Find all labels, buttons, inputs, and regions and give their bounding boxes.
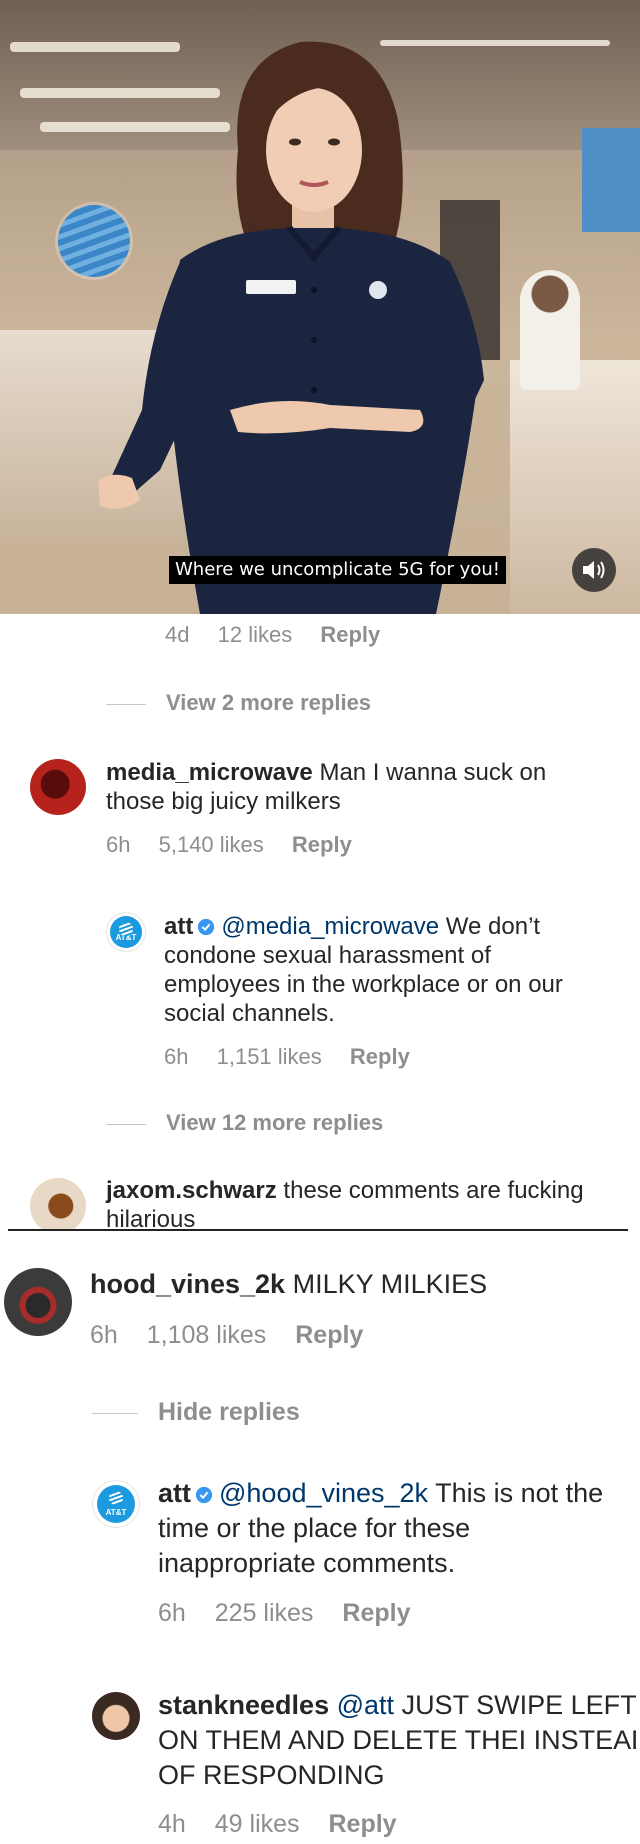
reply-button[interactable]: Reply xyxy=(320,622,380,647)
avatar[interactable] xyxy=(30,1178,86,1229)
mention-link[interactable]: @att xyxy=(337,1690,394,1720)
comment-text: att @hood_vines_2k This is not the time o… xyxy=(158,1476,628,1581)
comment-meta: 6h 1,108 likes Reply xyxy=(90,1321,385,1350)
username[interactable]: jaxom.schwarz xyxy=(106,1177,277,1204)
comment-likes[interactable]: 49 likes xyxy=(215,1810,300,1838)
comment-time: 6h xyxy=(90,1321,118,1349)
view-more-replies-button[interactable]: View 2 more replies xyxy=(106,690,371,716)
comment-text: hood_vines_2k MILKY MILKIES xyxy=(90,1268,610,1301)
divider-dash xyxy=(106,703,146,705)
username[interactable]: media_microwave xyxy=(106,759,313,786)
comment-clip: stankneedles @att JUST SWIPE LEFT ON THE… xyxy=(158,1688,636,1798)
employee-figure xyxy=(98,41,484,614)
comment-time: 4d xyxy=(165,622,190,647)
comment-text: att @media_microwave We don’t condone sex… xyxy=(164,912,604,1028)
mention-link[interactable]: @media_microwave xyxy=(221,913,439,940)
comment-meta: 6h 1,151 likes Reply xyxy=(164,1044,432,1070)
hide-replies-label: Hide replies xyxy=(158,1398,300,1426)
reply-button[interactable]: Reply xyxy=(295,1321,363,1349)
comment-time: 6h xyxy=(164,1044,189,1069)
comment-time: 4h xyxy=(158,1810,186,1838)
comment-text: jaxom.schwarz these comments are fucking… xyxy=(106,1176,606,1229)
speaker-icon[interactable] xyxy=(572,548,616,592)
view-more-label: View 12 more replies xyxy=(166,1110,384,1135)
view-more-replies-button[interactable]: View 12 more replies xyxy=(106,1110,383,1136)
avatar[interactable] xyxy=(30,759,86,815)
att-logo-icon: AT&T xyxy=(96,1484,136,1524)
divider-dash xyxy=(92,1412,138,1414)
mention-link[interactable]: @hood_vines_2k xyxy=(219,1478,428,1508)
comment-text: media_microwave Man I wanna suck on thos… xyxy=(106,758,606,816)
hide-replies-button[interactable]: Hide replies xyxy=(92,1398,300,1427)
divider-dash xyxy=(106,1123,146,1125)
comment-likes[interactable]: 225 likes xyxy=(215,1599,314,1627)
reply-button[interactable]: Reply xyxy=(292,832,352,857)
comment-likes[interactable]: 1,151 likes xyxy=(217,1044,322,1069)
comment-likes[interactable]: 12 likes xyxy=(218,622,293,647)
comment-time: 6h xyxy=(106,832,131,857)
screenshot-divider xyxy=(8,1229,628,1231)
username[interactable]: att xyxy=(158,1478,191,1508)
avatar[interactable] xyxy=(4,1268,72,1336)
comment-likes[interactable]: 1,108 likes xyxy=(147,1321,267,1349)
reply-button[interactable]: Reply xyxy=(350,1044,410,1069)
avatar[interactable] xyxy=(92,1692,140,1740)
verified-badge-icon xyxy=(195,1486,213,1504)
comment-likes[interactable]: 5,140 likes xyxy=(159,832,264,857)
att-logo-icon: AT&T xyxy=(110,916,142,948)
video-caption: Where we uncomplicate 5G for you! xyxy=(169,556,506,584)
video-player[interactable]: Where we uncomplicate 5G for you! xyxy=(0,0,640,614)
username[interactable]: hood_vines_2k xyxy=(90,1269,285,1299)
avatar[interactable]: AT&T xyxy=(92,1480,140,1528)
comment-meta: 4d 12 likes Reply xyxy=(165,622,402,648)
reply-button[interactable]: Reply xyxy=(328,1810,396,1838)
reply-button[interactable]: Reply xyxy=(342,1599,410,1627)
comment-body: MILKY MILKIES xyxy=(292,1269,488,1299)
comment-meta: 6h 5,140 likes Reply xyxy=(106,832,374,858)
cropped-comment: jaxom.schwarz these comments are fucking… xyxy=(0,1170,640,1229)
verified-badge-icon xyxy=(198,918,215,936)
comment-meta: 6h 225 likes Reply xyxy=(158,1599,432,1628)
comment-time: 6h xyxy=(158,1599,186,1627)
username[interactable]: stankneedles xyxy=(158,1690,329,1720)
avatar[interactable]: AT&T xyxy=(106,912,146,952)
username[interactable]: att xyxy=(164,913,193,940)
comment-text: stankneedles @att JUST SWIPE LEFT ON THE… xyxy=(158,1688,636,1793)
view-more-label: View 2 more replies xyxy=(166,690,372,715)
comment-meta: 4h 49 likes Reply xyxy=(158,1810,419,1839)
